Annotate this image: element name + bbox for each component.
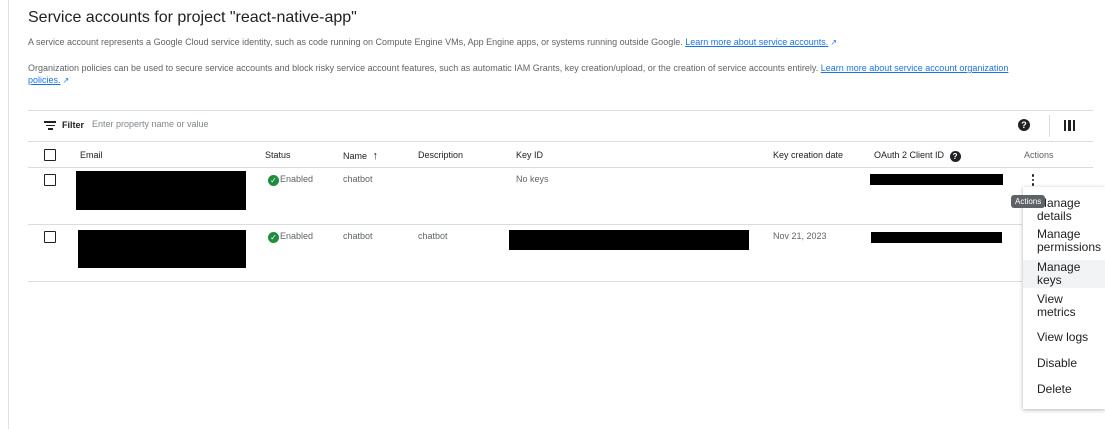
org-policy-link-cont[interactable]: policies. (28, 75, 61, 85)
learn-more-link[interactable]: Learn more about service accounts. (685, 37, 828, 47)
name-cell: chatbot (343, 231, 373, 241)
policy-text: Organization policies can be used to sec… (28, 63, 819, 73)
actions-menu: Manage details Manage permissions Manage… (1023, 187, 1105, 409)
column-header-description[interactable]: Description (418, 150, 463, 160)
org-policy-description: Organization policies can be used to sec… (28, 62, 1093, 87)
column-header-oauth[interactable]: OAuth 2 Client ID ? (874, 150, 961, 162)
column-header-email[interactable]: Email (80, 150, 103, 160)
toolbar-divider (1049, 115, 1050, 137)
row-divider (28, 224, 1022, 225)
check-circle-icon: ✓ (268, 232, 279, 243)
description-text: A service account represents a Google Cl… (28, 37, 683, 47)
page-title: Service accounts for project "react-nati… (28, 9, 357, 26)
menu-item-view-metrics[interactable]: View metrics (1023, 293, 1105, 319)
redacted-oauth-id (870, 174, 1003, 185)
name-header-label: Name (343, 151, 368, 161)
column-header-key-date[interactable]: Key creation date (773, 150, 843, 160)
menu-item-disable[interactable]: Disable (1023, 357, 1105, 370)
menu-item-view-logs[interactable]: View logs (1023, 331, 1105, 344)
status-badge: ✓ Enabled (268, 174, 313, 186)
more-vert-icon[interactable] (1030, 174, 1036, 188)
key-date-cell: Nov 21, 2023 (773, 231, 827, 241)
org-policy-link[interactable]: Learn more about service account organiz… (821, 63, 1009, 73)
actions-tooltip: Actions (1011, 195, 1046, 208)
service-account-description: A service account represents a Google Cl… (28, 36, 837, 49)
key-id-cell: No keys (516, 174, 549, 184)
oauth-header-label: OAuth 2 Client ID (874, 150, 945, 160)
menu-item-manage-keys[interactable]: Manage keys (1023, 260, 1105, 288)
description-cell: chatbot (418, 231, 448, 241)
external-link-icon: ↗ (830, 38, 838, 47)
column-header-status[interactable]: Status (265, 150, 291, 160)
filter-icon[interactable] (44, 121, 56, 130)
redacted-oauth-id (871, 232, 1002, 243)
row-divider (28, 281, 1022, 282)
column-header-actions: Actions (1024, 150, 1054, 160)
redacted-key-id (509, 230, 749, 250)
redacted-email (78, 230, 246, 268)
column-display-icon[interactable] (1064, 120, 1075, 131)
left-border (8, 0, 9, 429)
filter-bar: Filter ? (28, 112, 1088, 140)
filter-input[interactable] (92, 115, 472, 133)
select-all-checkbox[interactable] (44, 149, 56, 161)
column-header-key-id[interactable]: Key ID (516, 150, 543, 160)
external-link-icon: ↗ (62, 76, 70, 85)
column-header-name[interactable]: Name ↑ (343, 150, 378, 162)
help-icon[interactable]: ? (1018, 119, 1030, 131)
redacted-email (76, 171, 246, 210)
divider (28, 110, 1093, 111)
check-circle-icon: ✓ (268, 175, 279, 186)
filter-label: Filter (62, 120, 85, 130)
menu-item-delete[interactable]: Delete (1023, 383, 1105, 396)
divider (28, 141, 1093, 142)
status-badge: ✓ Enabled (268, 231, 313, 243)
row-checkbox[interactable] (44, 174, 56, 186)
name-cell: chatbot (343, 174, 373, 184)
table-header-divider (28, 167, 1093, 168)
row-checkbox[interactable] (44, 231, 56, 243)
sort-up-icon: ↑ (372, 150, 379, 162)
help-icon[interactable]: ? (949, 151, 961, 162)
menu-item-manage-permissions[interactable]: Manage permissions (1023, 228, 1105, 254)
